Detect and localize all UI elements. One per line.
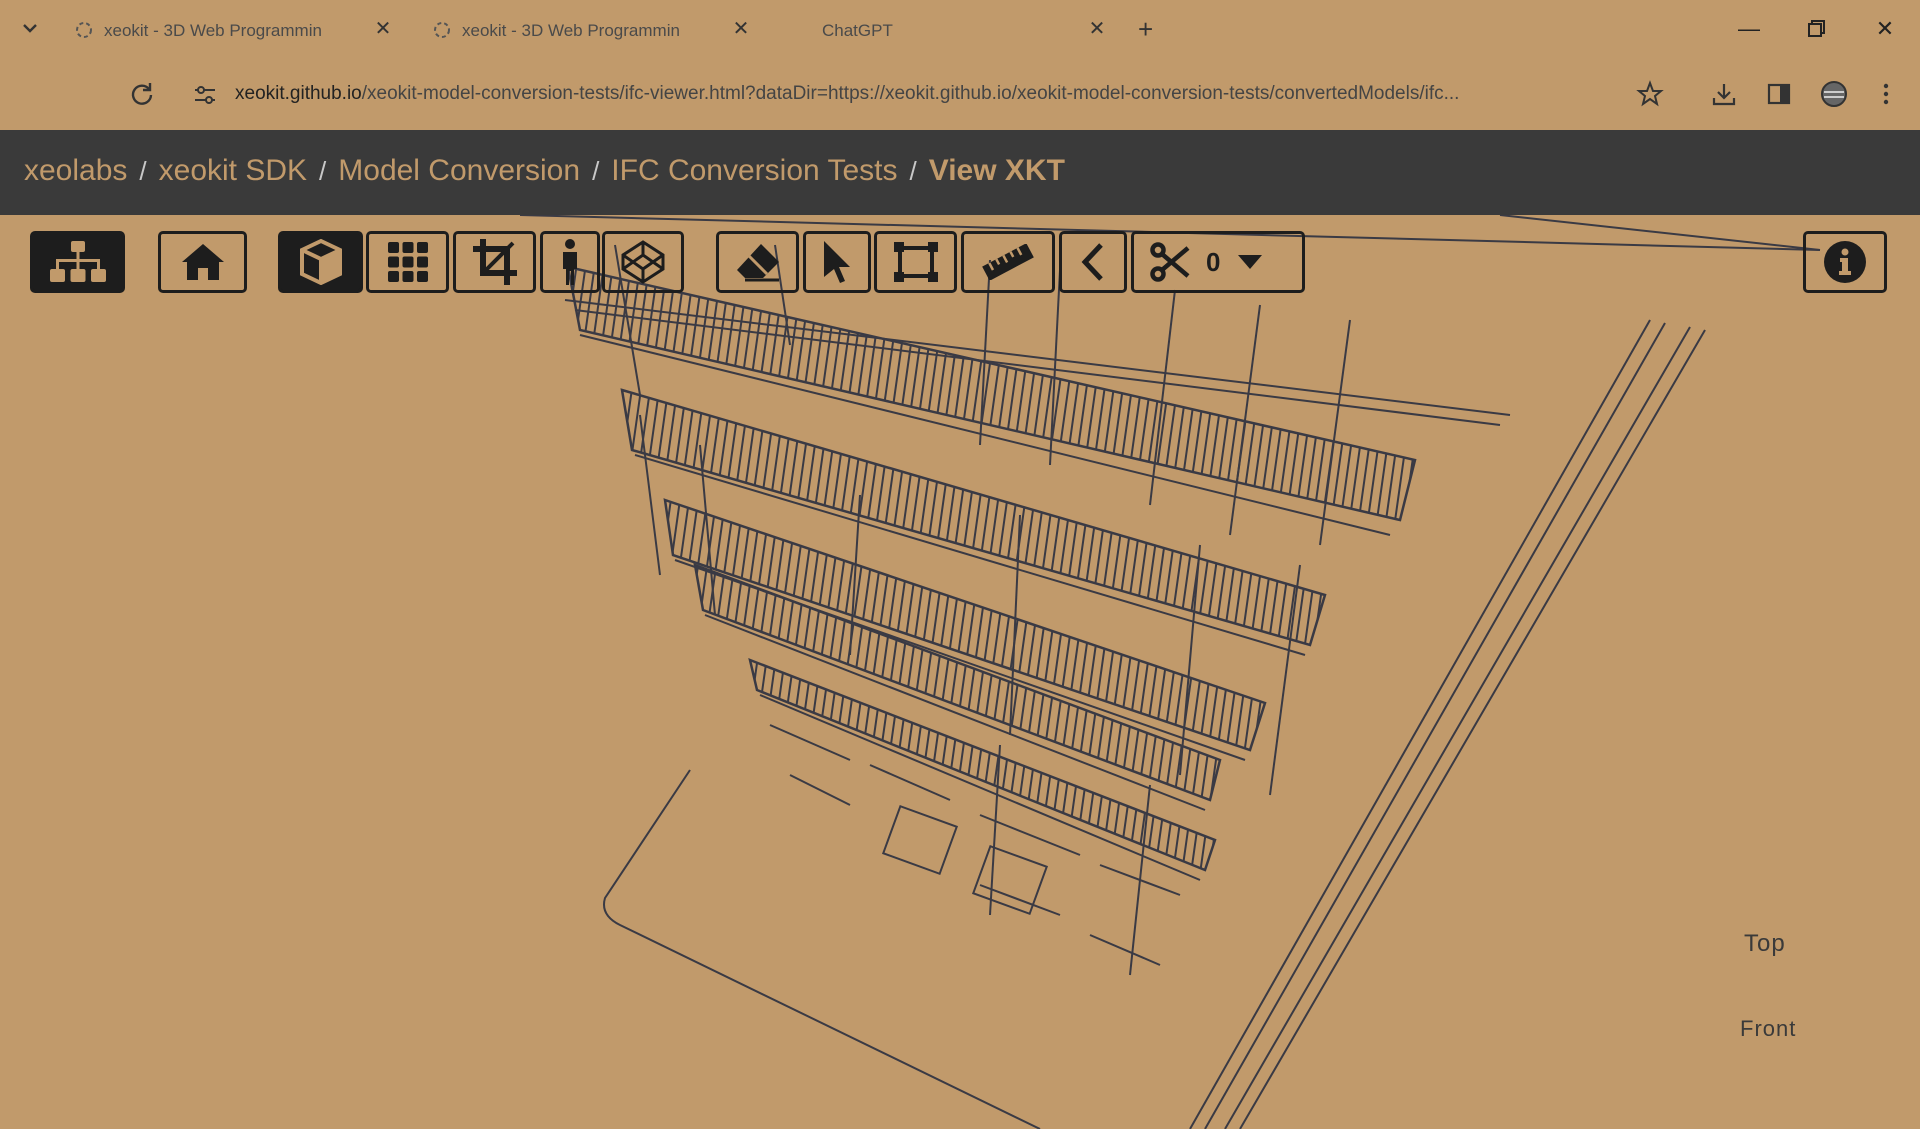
close-tab-icon[interactable]: ✕ — [372, 18, 394, 40]
tab-title: xeokit - 3D Web Programmin — [104, 21, 322, 40]
select-button[interactable] — [803, 231, 871, 293]
scissors-icon — [1150, 242, 1190, 282]
navcube-top-face[interactable]: Top — [1744, 930, 1786, 958]
bookmark-star-icon[interactable] — [1636, 80, 1664, 108]
section-tool-button[interactable]: 0 — [1131, 231, 1305, 293]
sitemap-icon — [49, 241, 106, 282]
tab-title: ChatGPT — [822, 21, 893, 40]
ruler-icon — [982, 244, 1034, 280]
browser-menu-icon[interactable] — [1872, 80, 1900, 108]
grid-icon — [387, 242, 428, 282]
breadcrumb: xeolabs / xeokit SDK / Model Conversion / IFC … — [24, 154, 1065, 188]
breadcrumb-current: View XKT — [928, 154, 1065, 187]
browser-tab-3[interactable]: ChatGPT ✕ — [780, 10, 1120, 50]
xray-button[interactable] — [602, 231, 684, 293]
breadcrumb-separator: / — [592, 156, 600, 186]
breadcrumb-link-ifc-conversion-tests[interactable]: IFC Conversion Tests — [611, 154, 897, 187]
cursor-icon — [824, 241, 850, 283]
breadcrumb-separator: / — [909, 156, 917, 186]
info-button[interactable] — [1803, 231, 1887, 293]
url-field[interactable]: xeokit.github.io/xeokit-model-conversion… — [235, 83, 1625, 105]
marquee-icon — [893, 242, 938, 282]
codepen-icon — [621, 240, 665, 284]
person-icon — [563, 239, 577, 285]
fit-view-button[interactable] — [453, 231, 536, 293]
new-tab-icon[interactable]: + — [1138, 16, 1153, 42]
eraser-icon — [736, 244, 779, 282]
breadcrumb-link-xeokit-sdk[interactable]: xeokit SDK — [159, 154, 307, 187]
viewer-canvas[interactable] — [0, 215, 1920, 1129]
navcube-front-face[interactable]: Front — [1740, 1016, 1796, 1042]
first-person-button[interactable] — [540, 231, 600, 293]
tab-title: xeokit - 3D Web Programmin — [462, 21, 680, 40]
reload-icon[interactable] — [128, 80, 156, 108]
site-settings-icon[interactable] — [192, 82, 218, 108]
browser-tab-strip: xeokit - 3D Web Programmin ✕ xeokit - 3D… — [0, 0, 1920, 60]
url-host: xeokit.github.io — [235, 83, 362, 104]
measure-distance-button[interactable] — [961, 231, 1055, 293]
side-panel-icon[interactable] — [1765, 80, 1793, 108]
measure-angle-button[interactable] — [1059, 231, 1127, 293]
angle-icon — [1081, 243, 1103, 281]
caret-down-icon[interactable] — [1238, 255, 1263, 269]
address-bar: xeokit.github.io/xeokit-model-conversion… — [0, 60, 1920, 130]
xeokit-favicon-icon — [434, 22, 450, 38]
breadcrumb-link-model-conversion[interactable]: Model Conversion — [338, 154, 580, 187]
info-icon — [1824, 241, 1866, 283]
crop-icon — [472, 239, 517, 285]
close-window-icon[interactable]: ✕ — [1870, 14, 1900, 44]
hide-button[interactable] — [716, 231, 799, 293]
marquee-button[interactable] — [874, 231, 957, 293]
breadcrumb-separator: / — [319, 156, 327, 186]
building-model[interactable] — [0, 215, 1920, 1129]
section-count: 0 — [1206, 246, 1221, 277]
breadcrumb-link-xeolabs[interactable]: xeolabs — [24, 154, 127, 187]
3d-mode-button[interactable] — [278, 231, 363, 293]
breadcrumb-separator: / — [139, 156, 147, 186]
tab-search-chevron-icon[interactable] — [18, 16, 42, 40]
cube-icon — [299, 239, 342, 285]
page-header: xeolabs / xeokit SDK / Model Conversion / IFC … — [0, 130, 1920, 215]
close-tab-icon[interactable]: ✕ — [1086, 18, 1108, 40]
profile-avatar-icon[interactable] — [1820, 80, 1848, 108]
restore-icon[interactable] — [1801, 14, 1831, 44]
ortho-mode-button[interactable] — [366, 231, 449, 293]
minimize-icon[interactable]: — — [1734, 14, 1764, 44]
download-icon[interactable] — [1710, 80, 1738, 108]
url-path: /xeokit-model-conversion-tests/ifc-viewe… — [361, 83, 1460, 104]
close-tab-icon[interactable]: ✕ — [730, 18, 752, 40]
xeokit-favicon-icon — [76, 22, 92, 38]
reset-view-button[interactable] — [158, 231, 247, 293]
browser-tab-2[interactable]: xeokit - 3D Web Programmin ✕ — [422, 10, 762, 50]
explorer-button[interactable] — [30, 231, 125, 293]
browser-tab-1[interactable]: xeokit - 3D Web Programmin ✕ — [64, 10, 404, 50]
home-icon — [181, 244, 224, 280]
